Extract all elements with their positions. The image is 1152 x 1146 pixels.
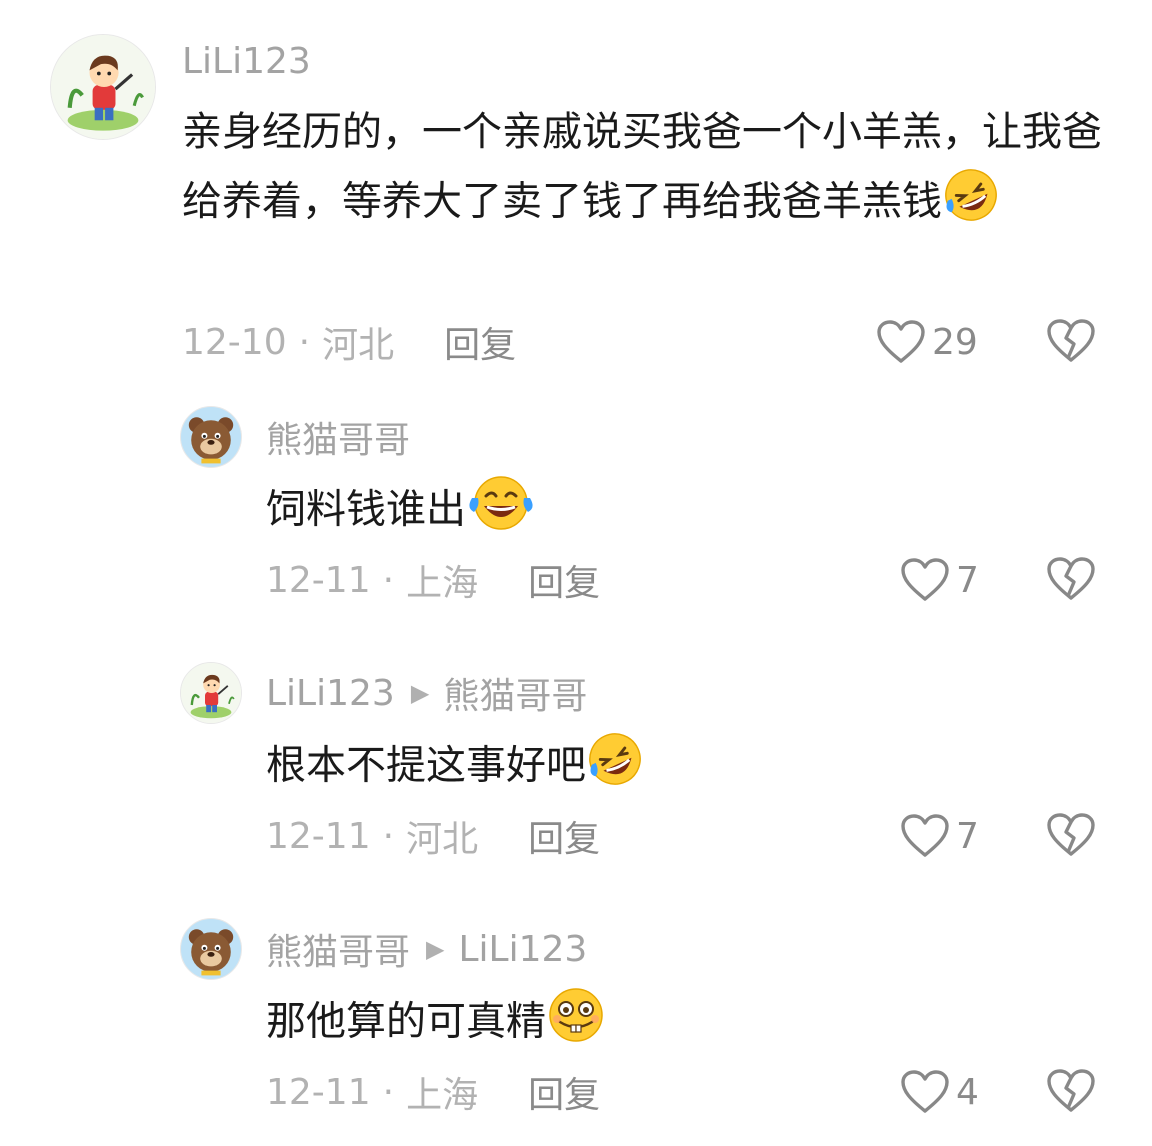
heart-outline-icon xyxy=(876,319,926,365)
comment-location: 河北 xyxy=(322,325,395,366)
rolling-laughing-emoji-icon xyxy=(586,730,644,809)
boy-cartoon-avatar-icon xyxy=(181,663,241,723)
dislike-button[interactable] xyxy=(1046,812,1096,858)
like-button[interactable]: 29 xyxy=(876,318,978,366)
comment-date: 12-10 xyxy=(182,321,287,363)
dislike-button[interactable] xyxy=(1046,556,1096,602)
like-button[interactable]: 7 xyxy=(900,812,979,860)
dislike-button[interactable] xyxy=(1046,318,1096,364)
avatar[interactable] xyxy=(180,918,242,980)
username[interactable]: 熊猫哥哥 ▶ LiLi123 xyxy=(266,923,587,975)
dislike-button[interactable] xyxy=(1046,1068,1096,1114)
comment-text: 亲身经历的，一个亲戚说买我爸一个小羊羔，让我爸给养着，等养大了卖了钱了再给我爸羊… xyxy=(182,98,1112,245)
buck-teeth-grin-emoji-icon xyxy=(546,986,606,1065)
heart-outline-icon xyxy=(900,1069,950,1115)
username-text[interactable]: LiLi123 xyxy=(266,673,395,714)
like-button[interactable]: 7 xyxy=(900,556,979,604)
reply-arrow-icon: ▶ xyxy=(410,679,430,707)
reply-item: 熊猫哥哥 饲料钱谁出 12-11 · 上海 回复 7 xyxy=(0,380,1152,620)
reply-button[interactable]: 回复 xyxy=(528,554,600,606)
reply-item: 熊猫哥哥 ▶ LiLi123 那他算的可真精 12-11 · 上海 回复 4 xyxy=(0,892,1152,1132)
boy-cartoon-avatar-icon xyxy=(51,35,155,139)
username[interactable]: LiLi123 ▶ 熊猫哥哥 xyxy=(266,667,587,719)
comment-text-body: 根本不提这事好吧 xyxy=(266,742,586,789)
bear-cartoon-avatar-icon xyxy=(181,407,241,467)
comment-location: 河北 xyxy=(406,819,479,860)
broken-heart-icon xyxy=(1046,556,1096,602)
comment-location: 上海 xyxy=(406,563,479,604)
broken-heart-icon xyxy=(1046,318,1096,364)
like-button[interactable]: 4 xyxy=(900,1068,979,1116)
tears-of-joy-emoji-icon xyxy=(466,474,536,553)
reply-button[interactable]: 回复 xyxy=(528,810,600,862)
comment-text: 根本不提这事好吧 xyxy=(266,730,1106,809)
username-text[interactable]: 熊猫哥哥 xyxy=(266,411,410,463)
username[interactable]: LiLi123 xyxy=(182,38,311,84)
reply-item: LiLi123 ▶ 熊猫哥哥 根本不提这事好吧 12-11 · 河北 回复 7 xyxy=(0,636,1152,876)
heart-outline-icon xyxy=(900,813,950,859)
like-count: 4 xyxy=(956,1071,979,1113)
comment-date: 12-11 xyxy=(266,815,371,857)
avatar[interactable] xyxy=(180,662,242,724)
heart-outline-icon xyxy=(900,557,950,603)
like-count: 29 xyxy=(932,321,978,363)
rolling-laughing-emoji-icon xyxy=(942,166,1000,245)
comment-location: 上海 xyxy=(406,1075,479,1116)
meta-separator: · xyxy=(298,321,311,363)
username[interactable]: 熊猫哥哥 xyxy=(266,411,410,463)
comment-meta: 12-10 · 河北 回复 xyxy=(182,316,516,368)
like-count: 7 xyxy=(956,559,979,601)
reply-button[interactable]: 回复 xyxy=(528,1066,600,1118)
avatar[interactable] xyxy=(50,34,156,140)
comment-meta: 12-11 · 上海 回复 xyxy=(266,554,600,606)
meta-separator: · xyxy=(382,815,395,857)
comment-date: 12-11 xyxy=(266,1071,371,1113)
reply-button[interactable]: 回复 xyxy=(444,316,516,368)
comment-text-body: 那他算的可真精 xyxy=(266,998,546,1045)
comment-meta: 12-11 · 河北 回复 xyxy=(266,810,600,862)
reply-arrow-icon: ▶ xyxy=(426,935,445,963)
meta-separator: · xyxy=(382,1071,395,1113)
like-count: 7 xyxy=(956,815,979,857)
avatar[interactable] xyxy=(180,406,242,468)
bear-cartoon-avatar-icon xyxy=(181,919,241,979)
broken-heart-icon xyxy=(1046,812,1096,858)
comment-item: LiLi123 亲身经历的，一个亲戚说买我爸一个小羊羔，让我爸给养着，等养大了卖… xyxy=(0,0,1152,380)
reply-to-username[interactable]: 熊猫哥哥 xyxy=(443,667,587,719)
username-text[interactable]: LiLi123 xyxy=(182,41,311,82)
comment-text: 那他算的可真精 xyxy=(266,986,1106,1065)
comment-meta: 12-11 · 上海 回复 xyxy=(266,1066,600,1118)
broken-heart-icon xyxy=(1046,1068,1096,1114)
username-text[interactable]: 熊猫哥哥 xyxy=(266,923,410,975)
reply-to-username[interactable]: LiLi123 xyxy=(458,929,587,970)
comment-date: 12-11 xyxy=(266,559,371,601)
meta-separator: · xyxy=(382,559,395,601)
comment-text-body: 饲料钱谁出 xyxy=(266,486,466,533)
comment-text: 饲料钱谁出 xyxy=(266,474,1106,553)
